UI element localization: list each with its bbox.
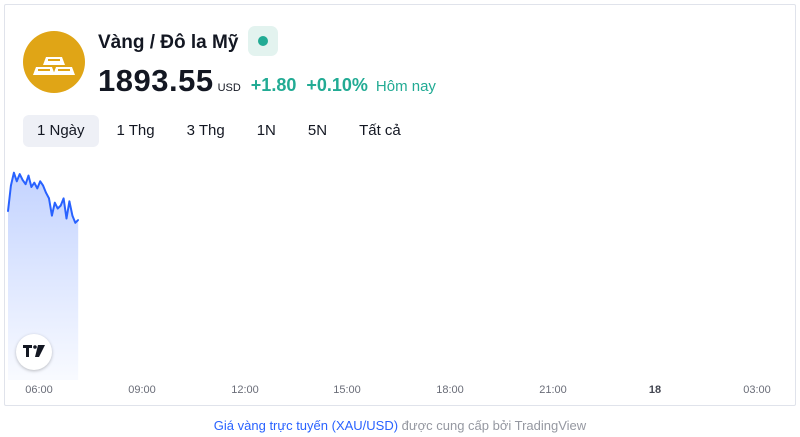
footer-link[interactable]: Giá vàng trực tuyến (XAU/USD) [214, 418, 398, 433]
price-data-point [7, 210, 9, 213]
price-data-point [45, 191, 47, 194]
price-data-point [33, 181, 36, 184]
price-data-point [65, 217, 68, 220]
range-tabs: 1 Ngày 1 Thg 3 Thg 1N 5N Tất cả [23, 115, 419, 147]
price-data-point [68, 200, 71, 203]
price-data-point [36, 187, 39, 190]
time-axis-tick: 12:00 [231, 384, 259, 396]
price-data-point [62, 197, 65, 200]
price-data-point [13, 171, 15, 174]
time-axis-tick: 09:00 [128, 384, 156, 396]
price-data-point [48, 197, 50, 200]
currency-label: USD [217, 82, 241, 94]
time-axis-tick-day: 18 [648, 384, 662, 396]
tradingview-logo-icon[interactable] [16, 334, 52, 370]
gold-bars-icon [23, 31, 85, 93]
symbol-title[interactable]: Vàng / Đô la Mỹ [98, 32, 238, 54]
time-axis: 06:00 09:00 12:00 15:00 18:00 21:00 18 0… [5, 381, 797, 401]
time-axis-tick: 15:00 [333, 384, 361, 396]
price-data-point [39, 180, 41, 183]
price-data-point [54, 201, 56, 204]
price-data-point [42, 184, 44, 187]
tab-1-year[interactable]: 1N [243, 115, 290, 147]
tab-5-years[interactable]: 5N [294, 115, 341, 147]
footer-attribution: Giá vàng trực tuyến (XAU/USD) được cung … [0, 418, 800, 433]
tab-1-day[interactable]: 1 Ngày [23, 115, 99, 147]
time-axis-tick: 18:00 [436, 384, 464, 396]
tab-3-months[interactable]: 3 Thg [173, 115, 239, 147]
time-axis-tick: 03:00 [743, 384, 771, 396]
price-data-point [74, 222, 77, 224]
price-data-point [16, 180, 18, 183]
price-data-point [51, 214, 53, 217]
price-data-point [24, 183, 27, 185]
price-data-point [30, 186, 33, 188]
change-period-label: Hôm nay [375, 78, 436, 95]
price-data-point [27, 174, 30, 177]
time-axis-tick: 06:00 [25, 384, 53, 396]
price-data-point [10, 184, 12, 187]
market-status-badge[interactable] [248, 26, 278, 56]
price-change: +1.80 [250, 75, 297, 95]
symbol-overview-widget: Vàng / Đô la Mỹ 1893.55 USD +1.80 +0.10%… [4, 4, 796, 406]
quote-row: 1893.55 USD +1.80 +0.10% Hôm nay [98, 63, 436, 103]
price-data-point [56, 207, 59, 210]
last-price: 1893.55 [98, 63, 214, 98]
price-area-chart[interactable] [5, 155, 795, 380]
time-axis-tick: 21:00 [539, 384, 567, 396]
market-open-icon [258, 36, 268, 46]
price-data-point [71, 214, 74, 217]
price-data-point [21, 179, 24, 181]
price-change-percent: +0.10% [306, 75, 368, 95]
price-data-point [77, 219, 79, 221]
tab-all[interactable]: Tất cả [345, 115, 415, 147]
price-data-point [59, 204, 62, 207]
price-data-point [18, 173, 21, 175]
footer-text: được cung cấp bởi TradingView [398, 418, 587, 433]
tab-1-month[interactable]: 1 Thg [103, 115, 169, 147]
